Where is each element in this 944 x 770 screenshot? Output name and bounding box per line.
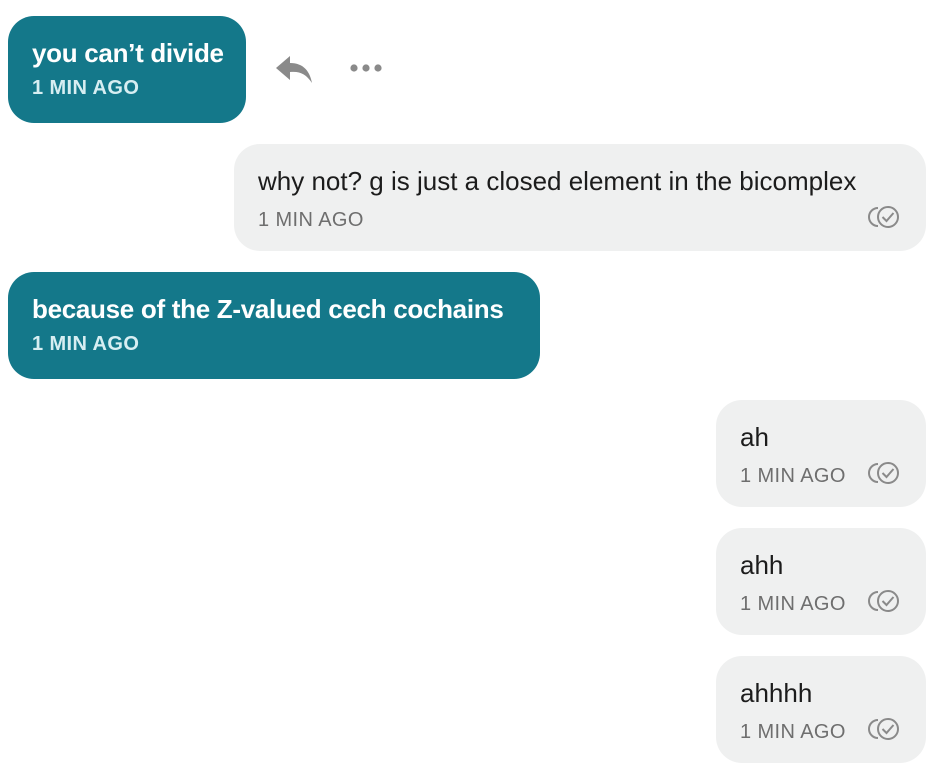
message-timestamp: 1 MIN AGO bbox=[740, 720, 846, 743]
message-timestamp: 1 MIN AGO bbox=[32, 77, 140, 99]
message-text: ahhhh bbox=[740, 678, 813, 708]
message-text: because of the Z-valued cech cochains bbox=[32, 294, 504, 324]
message-timestamp: 1 MIN AGO bbox=[740, 592, 846, 615]
chat-thread: you can’t divide 1 MIN AGO why not? g is… bbox=[0, 0, 944, 770]
message-text: you can’t divide bbox=[32, 38, 224, 68]
outgoing-message[interactable]: ah 1 MIN AGO bbox=[716, 400, 926, 507]
read-receipt-icon bbox=[864, 716, 902, 747]
read-receipt-icon bbox=[864, 204, 902, 235]
message-text: ah bbox=[740, 422, 769, 452]
read-receipt-icon bbox=[864, 588, 902, 619]
more-options-icon[interactable] bbox=[346, 60, 386, 76]
incoming-message[interactable]: you can’t divide 1 MIN AGO bbox=[8, 16, 246, 123]
message-timestamp: 1 MIN AGO bbox=[32, 333, 140, 355]
outgoing-message[interactable]: ahhhh 1 MIN AGO bbox=[716, 656, 926, 763]
outgoing-message[interactable]: why not? g is just a closed element in t… bbox=[234, 144, 926, 251]
incoming-message[interactable]: because of the Z-valued cech cochains 1 … bbox=[8, 272, 540, 379]
read-receipt-icon bbox=[864, 460, 902, 491]
message-timestamp: 1 MIN AGO bbox=[258, 208, 364, 231]
message-text: ahh bbox=[740, 550, 784, 580]
reply-icon[interactable] bbox=[274, 52, 314, 86]
message-text: why not? g is just a closed element in t… bbox=[258, 166, 857, 196]
outgoing-message[interactable]: ahh 1 MIN AGO bbox=[716, 528, 926, 635]
message-timestamp: 1 MIN AGO bbox=[740, 464, 846, 487]
